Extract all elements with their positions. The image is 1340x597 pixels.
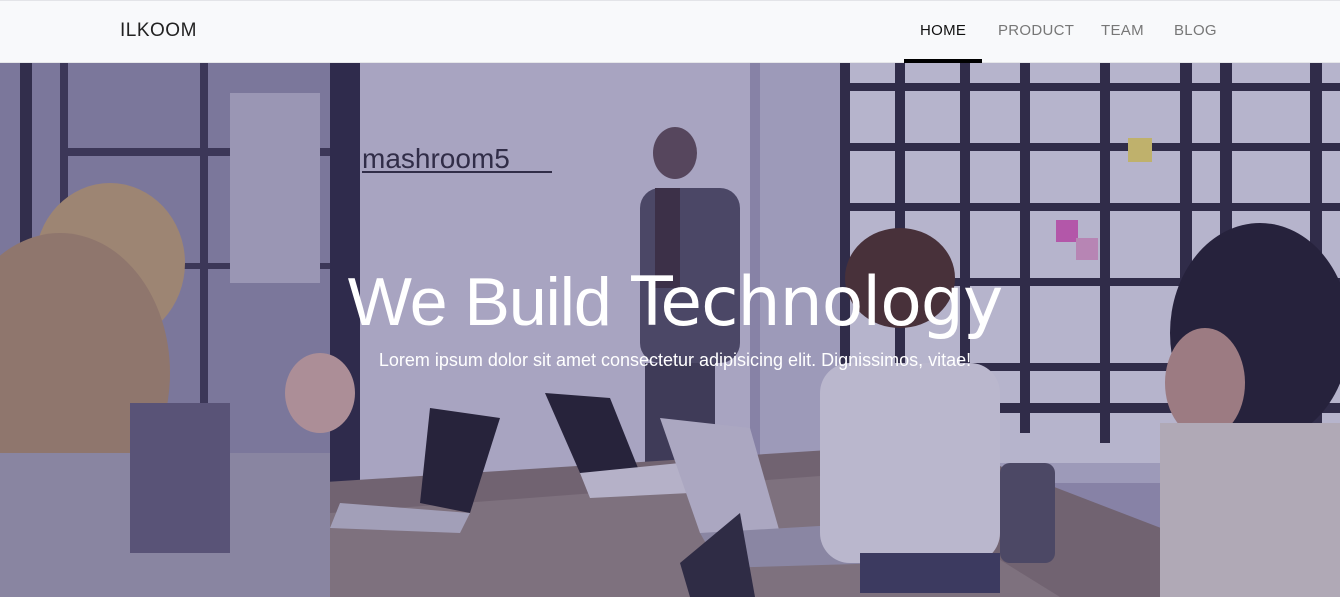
top-navbar: ILKOOM HOME PRODUCT TEAM BLOG: [0, 0, 1340, 64]
nav-link-home[interactable]: HOME: [920, 22, 966, 39]
brand-logo[interactable]: ILKOOM: [120, 20, 197, 42]
nav-link-product[interactable]: PRODUCT: [998, 22, 1074, 39]
headline-light-text: We Build: [347, 264, 612, 340]
headline-bold-text: Technology: [631, 263, 1003, 342]
hero-banner: mashroom5 We Build Technology Lorem ipsu…: [0, 63, 1340, 597]
hero-headline: We Build Technology: [0, 263, 1340, 342]
nav-link-blog[interactable]: BLOG: [1174, 22, 1217, 39]
nav-link-team[interactable]: TEAM: [1101, 22, 1144, 39]
hero-subtitle: Lorem ipsum dolor sit amet consectetur a…: [378, 350, 972, 370]
